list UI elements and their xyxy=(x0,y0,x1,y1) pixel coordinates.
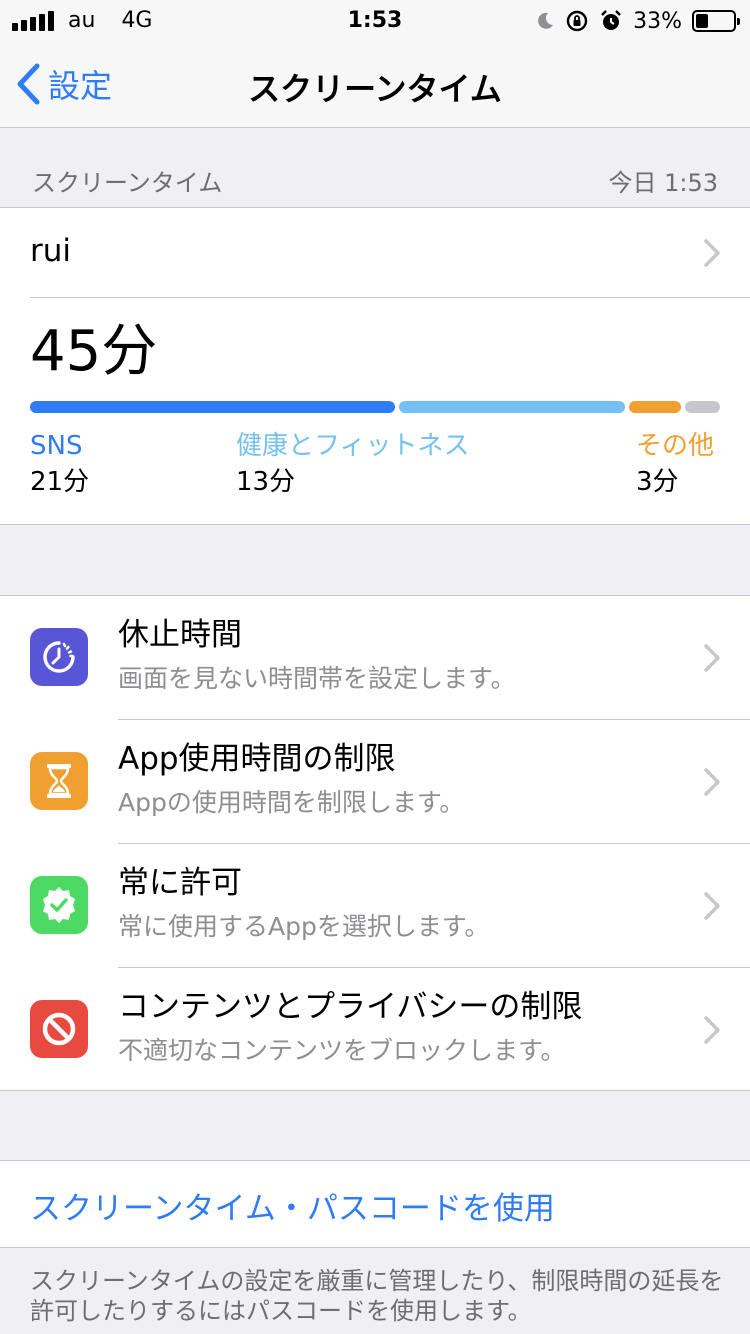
chevron-right-icon xyxy=(704,892,720,920)
prohibited-icon xyxy=(30,1000,88,1058)
legend-label-other: その他 xyxy=(636,431,715,461)
use-passcode-button[interactable]: スクリーンタイム・パスコードを使用 xyxy=(0,1160,750,1248)
status-bar: au 4G 1:53 33% xyxy=(0,0,750,40)
legend-fitness: 健康とフィットネス 13分 xyxy=(236,429,469,501)
legend-value-fitness: 13分 xyxy=(236,467,296,497)
chevron-right-icon xyxy=(704,768,720,796)
moon-icon xyxy=(538,12,554,29)
option-app-limits[interactable]: App使用時間の制限 Appの使用時間を制限します。 xyxy=(0,720,750,844)
chevron-right-icon xyxy=(704,1016,720,1044)
option-title: 常に許可 xyxy=(118,865,242,901)
legend-other: その他 3分 xyxy=(636,429,714,501)
downtime-icon xyxy=(30,628,88,686)
orientation-lock-icon xyxy=(566,10,588,32)
legend-value-other: 3分 xyxy=(636,467,679,497)
divider xyxy=(30,297,750,298)
options-list: 休止時間 画面を見ない時間帯を設定します。 App使用時間の制限 Appの使用時… xyxy=(0,595,750,1091)
chevron-right-icon xyxy=(704,239,720,267)
option-subtitle: Appの使用時間を制限します。 xyxy=(118,788,465,817)
chevron-right-icon xyxy=(704,644,720,672)
alarm-icon xyxy=(601,10,621,30)
usage-segment xyxy=(629,401,682,413)
total-time: 45分 xyxy=(30,319,158,384)
passcode-label: スクリーンタイム・パスコードを使用 xyxy=(30,1191,555,1227)
navigation-bar: 設定 スクリーンタイム xyxy=(0,40,750,128)
user-row[interactable]: rui xyxy=(0,208,750,297)
legend-label-fitness: 健康とフィットネス xyxy=(236,431,470,461)
option-subtitle: 常に使用するAppを選択します。 xyxy=(118,912,490,941)
section-header: スクリーンタイム 今日 1:53 xyxy=(0,129,750,207)
option-always-allowed[interactable]: 常に許可 常に使用するAppを選択します。 xyxy=(0,844,750,968)
usage-segment xyxy=(685,401,720,413)
legend-value-sns: 21分 xyxy=(30,467,90,497)
section-title: スクリーンタイム xyxy=(32,169,223,197)
battery-percent: 33% xyxy=(633,8,682,34)
usage-bar xyxy=(30,401,720,413)
hourglass-icon xyxy=(30,752,88,810)
legend-sns: SNS 21分 xyxy=(30,429,89,501)
option-downtime[interactable]: 休止時間 画面を見ない時間帯を設定します。 xyxy=(0,596,750,720)
user-name: rui xyxy=(30,233,72,269)
battery-fill xyxy=(696,14,708,28)
legend-label-sns: SNS xyxy=(30,431,83,461)
option-subtitle: 画面を見ない時間帯を設定します。 xyxy=(118,664,516,693)
status-right: 33% xyxy=(535,7,740,35)
page-title: スクリーンタイム xyxy=(248,70,502,108)
option-title: 休止時間 xyxy=(118,617,242,653)
checkmark-seal-icon xyxy=(30,876,88,934)
battery-icon xyxy=(692,10,740,32)
usage-segment xyxy=(399,401,626,413)
option-subtitle: 不適切なコンテンツをブロックします。 xyxy=(118,1036,566,1065)
passcode-note: スクリーンタイムの設定を厳重に管理したり、制限時間の延長を許可したりするにはパス… xyxy=(30,1267,724,1325)
section-date: 今日 1:53 xyxy=(608,169,718,197)
option-content-privacy[interactable]: コンテンツとプライバシーの制限 不適切なコンテンツをブロックします。 xyxy=(0,968,750,1092)
option-title: コンテンツとプライバシーの制限 xyxy=(118,989,583,1025)
option-title: App使用時間の制限 xyxy=(118,741,396,777)
usage-segment xyxy=(30,401,396,413)
usage-card: rui 45分 SNS 21分 健康とフィットネス 13分 その他 3分 xyxy=(0,207,750,525)
